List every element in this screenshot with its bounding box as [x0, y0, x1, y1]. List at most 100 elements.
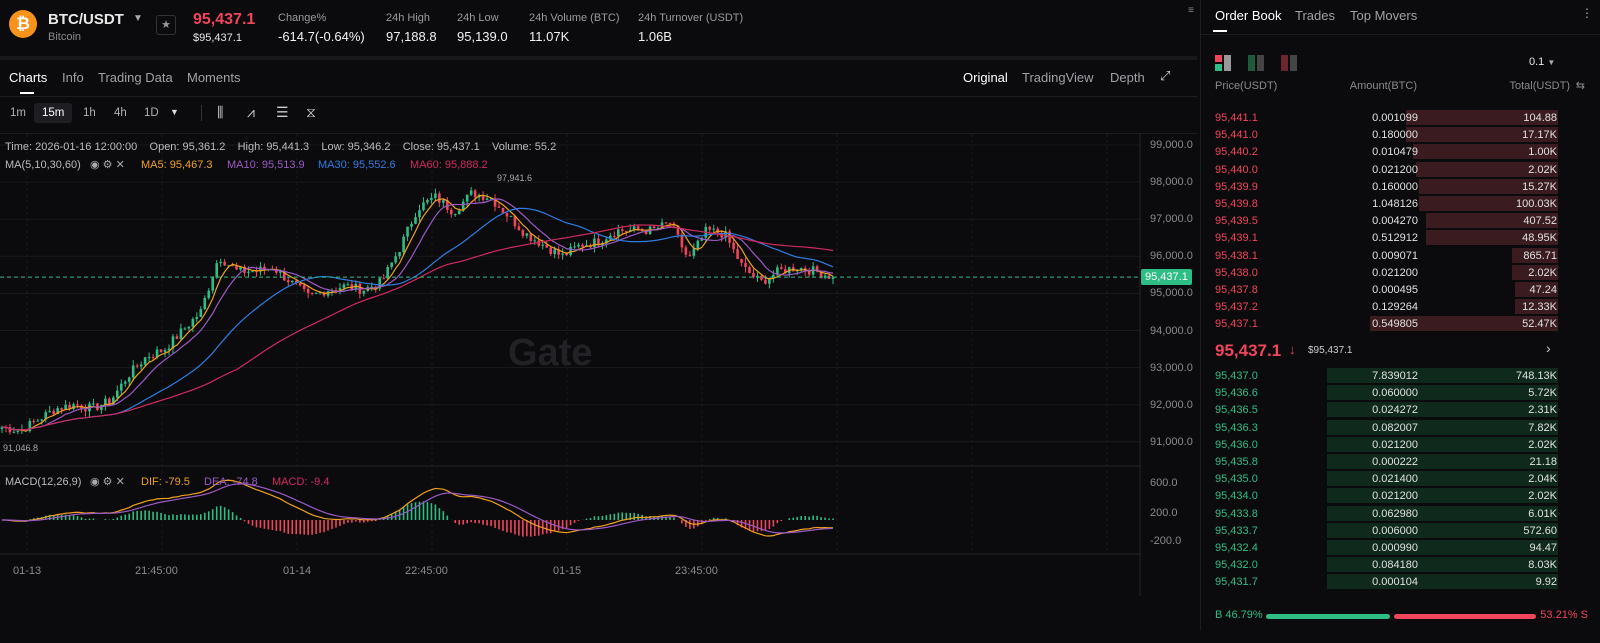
ask-row[interactable]: 95,439.9 0.160000 15.27K — [1201, 178, 1600, 195]
candle — [613, 235, 616, 237]
candle — [708, 226, 712, 230]
ask-row[interactable]: 95,441.0 0.180000 17.17K — [1201, 126, 1600, 143]
chevron-down-icon[interactable]: ▼ — [170, 107, 179, 117]
time-tick: 01-14 — [283, 565, 312, 577]
ob-tab-top-movers[interactable]: Top Movers — [1350, 8, 1417, 23]
ask-row[interactable]: 95,438.0 0.021200 2.02K — [1201, 264, 1600, 281]
timeframe-1D[interactable]: 1D — [140, 107, 163, 119]
stat-label: 24h Turnover (USDT) — [638, 12, 744, 24]
bid-row[interactable]: 95,433.8 0.062980 6.01K — [1201, 505, 1600, 522]
amount: 0.004270 — [1372, 215, 1418, 228]
candle — [760, 275, 763, 280]
amount: 0.512912 — [1372, 232, 1418, 245]
timeframe-15m[interactable]: 15m — [34, 103, 73, 123]
chevron-right-icon[interactable]: › — [1546, 340, 1551, 356]
candle — [60, 408, 63, 410]
price: 95,439.5 — [1215, 215, 1258, 228]
candle — [688, 254, 692, 256]
drawing-tools-icon[interactable]: ☰ — [276, 104, 289, 121]
ask-row[interactable]: 95,437.8 0.000495 47.24 — [1201, 281, 1600, 298]
bid-row[interactable]: 95,433.7 0.006000 572.60 — [1201, 522, 1600, 539]
macd-tick: 600.0 — [1150, 477, 1178, 489]
visibility-eye-icon[interactable]: ◉ ⚙ ✕ — [90, 158, 125, 171]
depth-bar — [1327, 540, 1558, 555]
ob-tab-order-book[interactable]: Order Book — [1215, 8, 1281, 23]
candle — [712, 228, 716, 230]
bid-row[interactable]: 95,435.0 0.021400 2.04K — [1201, 470, 1600, 487]
candle — [247, 271, 250, 273]
chevron-down-icon[interactable]: ▼ — [133, 13, 143, 24]
candlestick-icon[interactable]: ⫼ — [217, 104, 223, 121]
fullscreen-icon[interactable]: ⤢ — [1160, 68, 1170, 84]
timeframe-4h[interactable]: 4h — [110, 107, 131, 119]
bid-row[interactable]: 95,431.7 0.000104 9.92 — [1201, 573, 1600, 590]
candle — [434, 193, 437, 198]
col-amount: Amount(BTC) — [1349, 80, 1417, 92]
settings-icon[interactable]: ⧖ — [306, 104, 316, 121]
ask-row[interactable]: 95,437.2 0.129264 12.33K — [1201, 298, 1600, 315]
last-price-tag: 95,437.1 — [1141, 269, 1192, 285]
bids-view-icon[interactable] — [1248, 55, 1264, 71]
candle — [48, 410, 52, 413]
bid-row[interactable]: 95,434.0 0.021200 2.02K — [1201, 487, 1600, 504]
timeframe-1h[interactable]: 1h — [79, 107, 100, 119]
candle — [362, 290, 366, 294]
depth-bar — [1327, 419, 1558, 435]
bid-row[interactable]: 95,432.0 0.084180 8.03K — [1201, 556, 1600, 573]
view-original[interactable]: Original — [963, 70, 1008, 85]
tab-info[interactable]: Info — [62, 70, 84, 85]
ask-row[interactable]: 95,439.1 0.512912 48.95K — [1201, 229, 1600, 246]
col-price: Price(USDT) — [1215, 80, 1278, 92]
ma10-line — [1, 198, 834, 431]
candle — [211, 277, 215, 291]
candle — [290, 280, 294, 283]
view-depth[interactable]: Depth — [1110, 70, 1145, 85]
price: 95,438.1 — [1215, 249, 1258, 262]
bid-row[interactable]: 95,436.6 0.060000 5.72K — [1201, 384, 1600, 401]
orderbook-panel: ⋮ 0.1 ▼ Price(USDT) Amount(BTC) Total(US… — [1200, 0, 1600, 630]
amount: 0.021200 — [1372, 163, 1418, 176]
precision-select[interactable]: 0.1 ▼ — [1529, 56, 1555, 68]
bid-row[interactable]: 95,437.0 7.839012 748.13K — [1201, 367, 1600, 384]
tab-trading-data[interactable]: Trading Data — [98, 70, 173, 85]
candle — [92, 403, 95, 405]
both-sides-view-icon[interactable] — [1215, 55, 1231, 71]
timeframe-1m[interactable]: 1m — [6, 107, 30, 119]
price: 95,432.4 — [1215, 542, 1258, 554]
depth-bar — [1327, 402, 1558, 418]
amount: 0.021200 — [1372, 438, 1418, 451]
candle — [453, 214, 457, 216]
candlestick-chart[interactable] — [0, 134, 1197, 596]
bid-row[interactable]: 95,436.5 0.024272 2.31K — [1201, 401, 1600, 418]
total: 5.72K — [1528, 387, 1557, 400]
bid-row[interactable]: 95,436.0 0.021200 2.02K — [1201, 436, 1600, 453]
precision-value: 0.1 — [1529, 56, 1545, 68]
favorite-star-icon[interactable]: ★ — [156, 15, 176, 35]
bid-row[interactable]: 95,436.3 0.082007 7.82K — [1201, 419, 1600, 436]
pair-name[interactable]: BTC/USDT — [48, 11, 124, 28]
ask-row[interactable]: 95,441.1 0.001099 104.88 — [1201, 109, 1600, 126]
ask-row[interactable]: 95,438.1 0.009071 865.71 — [1201, 247, 1600, 264]
depth-bar — [1327, 436, 1558, 452]
macd-settings-icon[interactable]: ◉ ⚙ ✕ — [90, 475, 125, 488]
tab-moments[interactable]: Moments — [187, 70, 240, 85]
menu-icon[interactable]: ≡ — [1188, 5, 1194, 16]
swap-icon[interactable]: ⇆ — [1576, 79, 1585, 92]
bid-row[interactable]: 95,432.4 0.000990 94.47 — [1201, 539, 1600, 556]
ob-tab-trades[interactable]: Trades — [1295, 8, 1335, 23]
ask-row[interactable]: 95,440.2 0.010479 1.00K — [1201, 143, 1600, 160]
price: 95,439.1 — [1215, 232, 1258, 245]
candle — [191, 319, 195, 327]
ask-row[interactable]: 95,439.8 1.048126 100.03K — [1201, 195, 1600, 212]
view-tradingview[interactable]: TradingView — [1022, 70, 1094, 85]
ask-row[interactable]: 95,440.0 0.021200 2.02K — [1201, 161, 1600, 178]
ask-row[interactable]: 95,437.1 0.549805 52.47K — [1201, 315, 1600, 332]
price-tick: 94,000.0 — [1150, 324, 1193, 337]
amount: 0.000104 — [1372, 576, 1418, 589]
indicator-icon[interactable]: ⩘ — [247, 104, 255, 121]
more-icon[interactable]: ⋮ — [1581, 6, 1593, 20]
tab-charts[interactable]: Charts — [9, 70, 47, 85]
ask-row[interactable]: 95,439.5 0.004270 407.52 — [1201, 212, 1600, 229]
asks-view-icon[interactable] — [1281, 55, 1297, 71]
bid-row[interactable]: 95,435.8 0.000222 21.18 — [1201, 453, 1600, 470]
